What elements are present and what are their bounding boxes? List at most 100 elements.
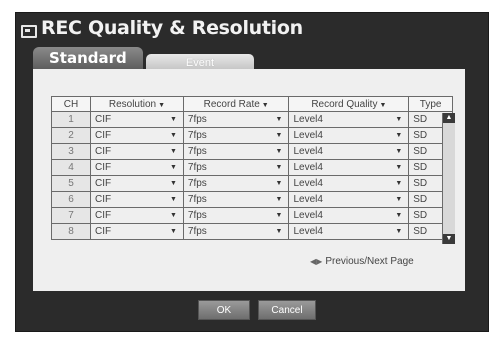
table-row: 2 CIF ▼ 7fps ▼ Level4 ▼ SD [51,127,453,144]
resolution-select[interactable]: CIF ▼ [90,207,184,224]
record-quality-select[interactable]: Level4 ▼ [288,175,410,192]
channel-number: 3 [51,143,91,160]
dropdown-arrow-icon[interactable]: ▼ [395,164,402,171]
dropdown-arrow-icon[interactable]: ▼ [276,228,283,235]
dropdown-arrow-icon[interactable]: ▼ [276,212,283,219]
dropdown-arrow-icon[interactable]: ▼ [395,180,402,187]
tab-event[interactable]: Event [146,54,254,70]
record-rate-select-value: 7fps [187,226,207,237]
resolution-select[interactable]: CIF ▼ [90,127,184,144]
record-quality-select-value: Level4 [293,114,323,125]
record-quality-select-value: Level4 [293,146,323,157]
channel-table: CH Resolution ▼ Record Rate ▼ Record Quali… [51,96,453,240]
table-row: 5 CIF ▼ 7fps ▼ Level4 ▼ SD [51,175,453,192]
resolution-select-value: CIF [95,194,112,205]
scroll-up-icon[interactable]: ▲ [443,113,455,123]
record-quality-select[interactable]: Level4 ▼ [288,207,410,224]
record-rate-select[interactable]: 7fps ▼ [182,111,290,128]
dialog-title: REC Quality & Resolution [41,17,303,39]
dropdown-arrow-icon[interactable]: ▼ [170,228,177,235]
record-rate-select-value: 7fps [187,194,207,205]
record-rate-select[interactable]: 7fps ▼ [182,127,290,144]
resolution-select-value: CIF [95,178,112,189]
record-rate-select-value: 7fps [187,210,207,221]
dropdown-arrow-icon[interactable]: ▼ [276,164,283,171]
resolution-select-value: CIF [95,226,112,237]
resolution-select[interactable]: CIF ▼ [90,143,184,160]
pager-label: Previous/Next Page [325,256,414,267]
header-record-quality[interactable]: Record Quality ▼ [288,96,410,112]
record-quality-select-value: Level4 [293,226,323,237]
dropdown-arrow-icon[interactable]: ▼ [276,132,283,139]
record-quality-select[interactable]: Level4 ▼ [288,223,410,240]
dropdown-arrow-icon[interactable]: ▼ [170,180,177,187]
record-quality-select[interactable]: Level4 ▼ [288,143,410,160]
sort-arrow-icon: ▼ [379,101,387,109]
channel-number: 6 [51,191,91,208]
resolution-select-value: CIF [95,146,112,157]
scrollbar[interactable]: ▲ ▼ [442,113,455,244]
resolution-select[interactable]: CIF ▼ [90,159,184,176]
dropdown-arrow-icon[interactable]: ▼ [395,196,402,203]
record-quality-select[interactable]: Level4 ▼ [288,191,410,208]
channel-number: 8 [51,223,91,240]
dropdown-arrow-icon[interactable]: ▼ [395,132,402,139]
channel-number: 2 [51,127,91,144]
channel-number: 7 [51,207,91,224]
sort-arrow-icon: ▼ [261,101,269,109]
record-quality-select-value: Level4 [293,194,323,205]
record-rate-select[interactable]: 7fps ▼ [182,207,290,224]
dropdown-arrow-icon[interactable]: ▼ [276,116,283,123]
record-rate-select[interactable]: 7fps ▼ [182,159,290,176]
record-rate-select-value: 7fps [187,146,207,157]
dropdown-arrow-icon[interactable]: ▼ [170,164,177,171]
dropdown-arrow-icon[interactable]: ▼ [276,148,283,155]
table-row: 3 CIF ▼ 7fps ▼ Level4 ▼ SD [51,143,453,160]
dropdown-arrow-icon[interactable]: ▼ [170,148,177,155]
channel-number: 5 [51,175,91,192]
record-quality-select[interactable]: Level4 ▼ [288,111,410,128]
resolution-select-value: CIF [95,162,112,173]
dropdown-arrow-icon[interactable]: ▼ [170,132,177,139]
table-row: 1 CIF ▼ 7fps ▼ Level4 ▼ SD [51,111,453,128]
record-quality-select-value: Level4 [293,130,323,141]
record-rate-select[interactable]: 7fps ▼ [182,143,290,160]
table-row: 8 CIF ▼ 7fps ▼ Level4 ▼ SD [51,223,453,240]
ok-button[interactable]: OK [198,300,250,320]
dropdown-arrow-icon[interactable]: ▼ [395,228,402,235]
dropdown-arrow-icon[interactable]: ▼ [276,196,283,203]
header-record-rate[interactable]: Record Rate ▼ [182,96,290,112]
table-row: 6 CIF ▼ 7fps ▼ Level4 ▼ SD [51,191,453,208]
cancel-button[interactable]: Cancel [258,300,316,320]
window-icon [21,25,37,38]
sort-arrow-icon: ▼ [158,101,166,109]
record-quality-select[interactable]: Level4 ▼ [288,159,410,176]
dropdown-arrow-icon[interactable]: ▼ [276,180,283,187]
dropdown-arrow-icon[interactable]: ▼ [170,212,177,219]
resolution-select-value: CIF [95,210,112,221]
tab-standard[interactable]: Standard [33,47,143,69]
header-resolution[interactable]: Resolution ▼ [90,96,184,112]
table-row: 7 CIF ▼ 7fps ▼ Level4 ▼ SD [51,207,453,224]
record-quality-select-value: Level4 [293,210,323,221]
dropdown-arrow-icon[interactable]: ▼ [395,212,402,219]
resolution-select[interactable]: CIF ▼ [90,175,184,192]
record-rate-select[interactable]: 7fps ▼ [182,175,290,192]
table-header-row: CH Resolution ▼ Record Rate ▼ Record Quali… [51,96,453,112]
record-rate-select[interactable]: 7fps ▼ [182,191,290,208]
resolution-select[interactable]: CIF ▼ [90,111,184,128]
dropdown-arrow-icon[interactable]: ▼ [170,116,177,123]
dropdown-arrow-icon[interactable]: ▼ [395,148,402,155]
dropdown-arrow-icon[interactable]: ▼ [395,116,402,123]
resolution-select[interactable]: CIF ▼ [90,223,184,240]
resolution-select[interactable]: CIF ▼ [90,191,184,208]
header-type: Type [408,96,453,112]
record-rate-select[interactable]: 7fps ▼ [182,223,290,240]
scroll-down-icon[interactable]: ▼ [443,234,455,244]
channel-number: 1 [51,111,91,128]
page-navigation[interactable]: ◀▶ Previous/Next Page [310,256,414,267]
dropdown-arrow-icon[interactable]: ▼ [170,196,177,203]
record-quality-select[interactable]: Level4 ▼ [288,127,410,144]
record-quality-select-value: Level4 [293,162,323,173]
record-quality-select-value: Level4 [293,178,323,189]
